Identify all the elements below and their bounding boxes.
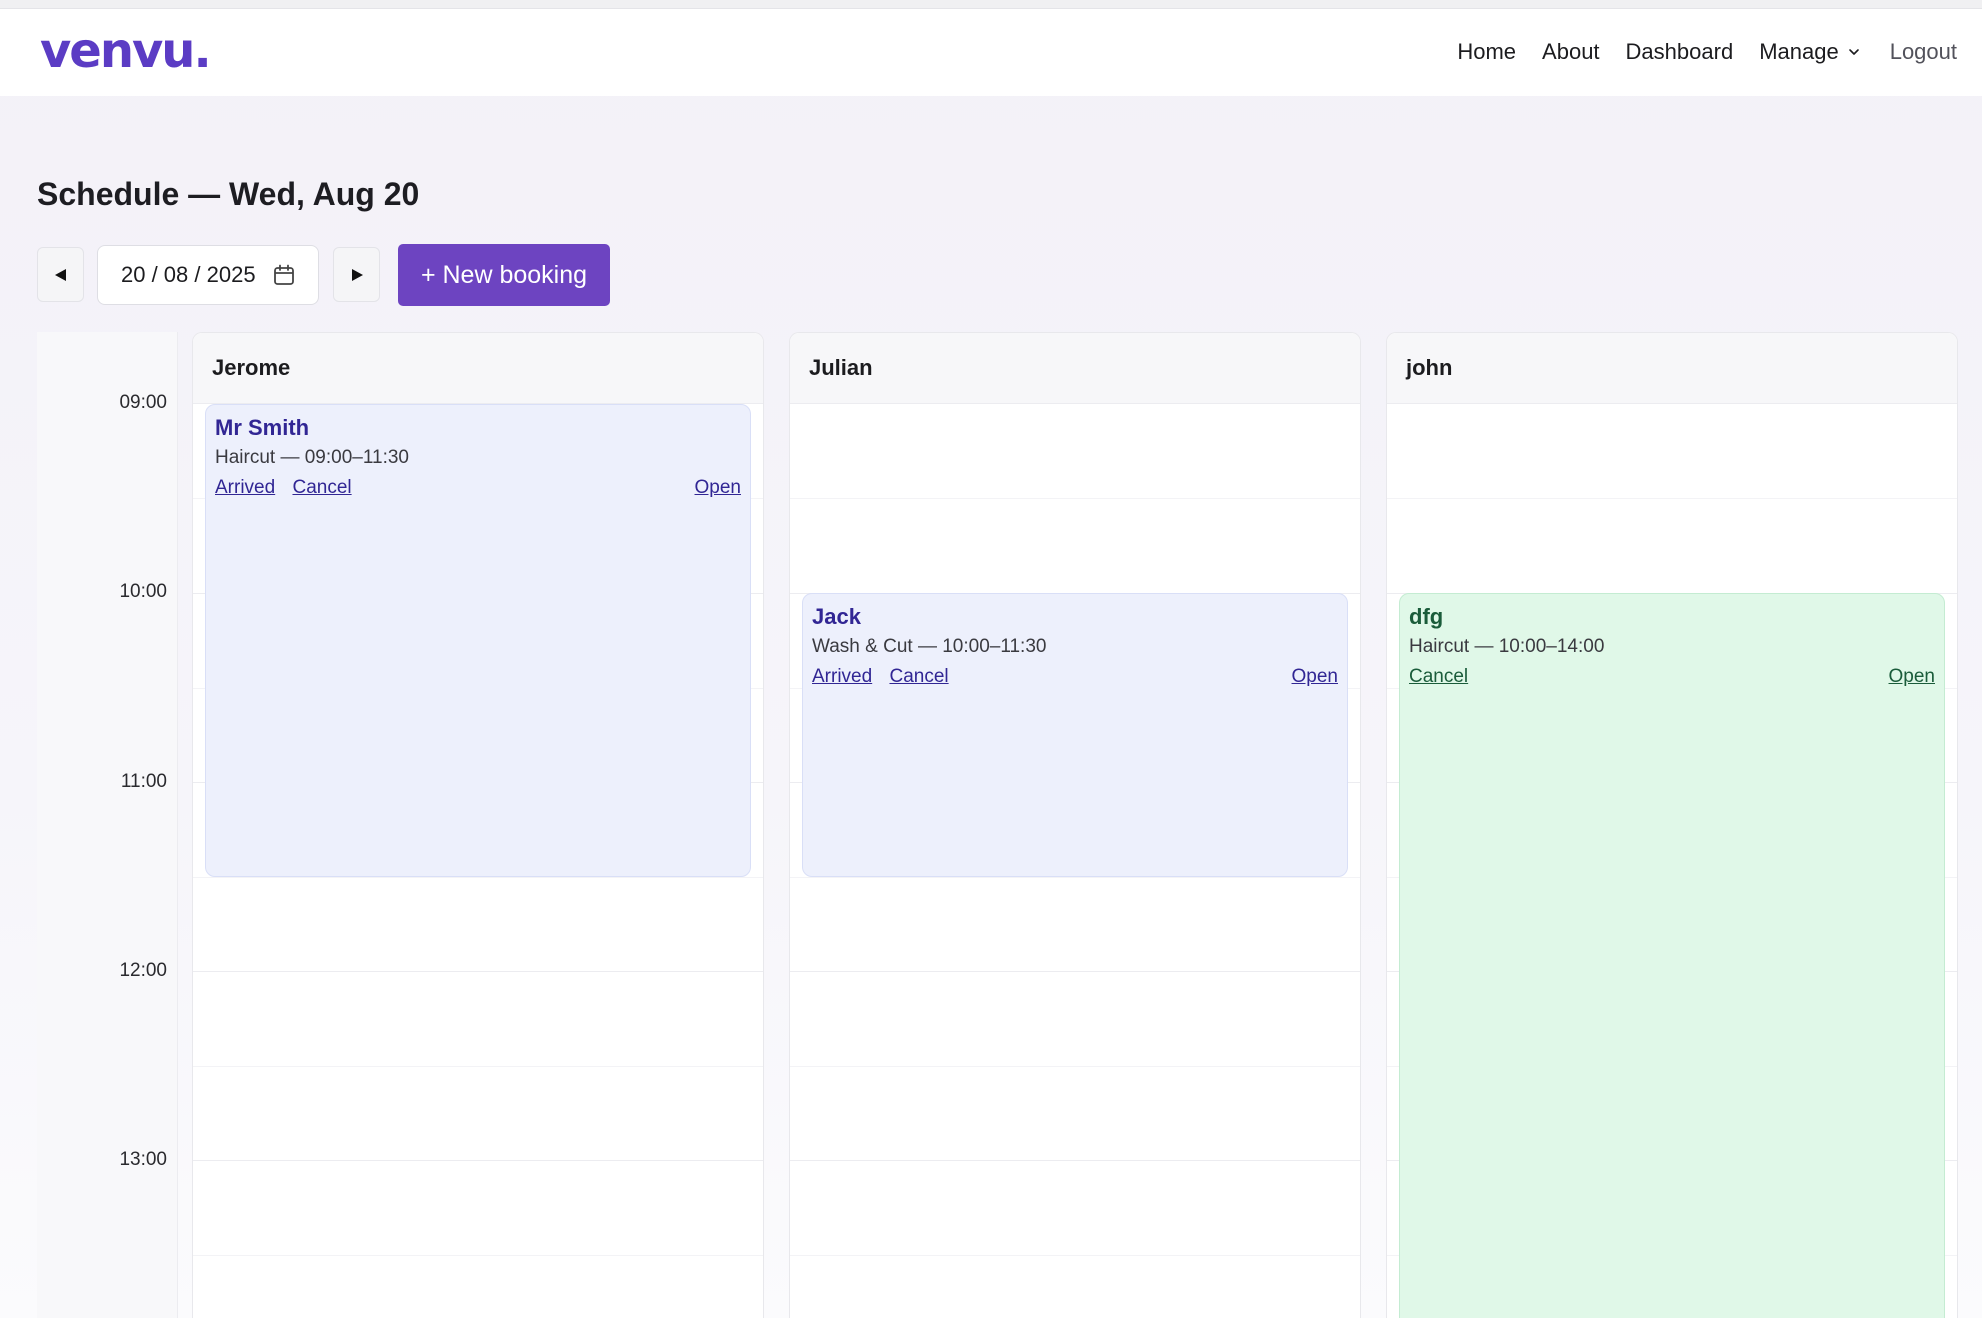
grid-line [790,498,1360,499]
grid-line [790,1255,1360,1256]
main-nav: Home About Dashboard Manage Logout [1431,39,1957,65]
grid-line [193,877,763,878]
booking-client-name: Jack [812,604,861,629]
date-input-value: 20 / 08 / 2025 [121,262,256,287]
nav-home-link[interactable]: Home [1457,39,1516,65]
staff-name-header: Julian [790,333,1360,404]
date-input[interactable]: 20 / 08 / 2025 [97,245,319,305]
time-label-1000: 10:00 [119,581,167,602]
booking-actions: Arrived Cancel Open [812,666,1338,690]
staff-name-header: Jerome [193,333,763,404]
arrived-link[interactable]: Arrived [812,666,872,687]
time-label-1100: 11:00 [120,771,167,792]
browser-top-edge [0,0,1982,9]
time-label-1200: 12:00 [119,960,167,981]
grid-line [790,1066,1360,1067]
booking-actions: Cancel Open [1409,666,1935,690]
booking-card-dfg[interactable]: dfg Haircut — 10:00–14:00 Cancel Open [1399,593,1945,1318]
open-link[interactable]: Open [1292,666,1338,688]
time-label-1300: 13:00 [119,1149,167,1170]
top-navbar: venvu. Home About Dashboard Manage Logou… [0,9,1982,96]
arrived-link[interactable]: Arrived [215,477,275,498]
open-link[interactable]: Open [695,477,741,499]
grid-line [193,1066,763,1067]
time-grid: Jack Wash & Cut — 10:00–11:30 Arrived Ca… [790,404,1360,1318]
time-label-0900: 09:00 [119,392,167,413]
booking-actions: Arrived Cancel Open [215,477,741,501]
booking-client-name: dfg [1409,604,1444,629]
nav-logout-link[interactable]: Logout [1890,39,1957,65]
next-day-button[interactable] [333,247,380,302]
staff-column-john: john dfg Haircut — 10:00–14:00 Cancel Op… [1386,332,1958,1318]
booking-service-time: Haircut — 10:00–14:00 [1409,636,1605,657]
triangle-left-icon [54,268,66,281]
triangle-right-icon [351,268,363,281]
page-title: Schedule — Wed, Aug 20 [37,176,420,212]
grid-line [790,877,1360,878]
calendar-icon[interactable] [273,264,295,291]
cancel-link[interactable]: Cancel [1409,666,1468,687]
chevron-down-icon [1848,46,1860,58]
staff-name-header: john [1387,333,1957,404]
open-link[interactable]: Open [1889,666,1935,688]
nav-dashboard-link[interactable]: Dashboard [1626,39,1734,65]
booking-card-jack[interactable]: Jack Wash & Cut — 10:00–11:30 Arrived Ca… [802,593,1348,877]
grid-line [790,1160,1360,1161]
previous-day-button[interactable] [37,247,84,302]
grid-line [790,971,1360,972]
grid-line [193,1160,763,1161]
booking-service-time: Wash & Cut — 10:00–11:30 [812,636,1047,657]
nav-manage-dropdown[interactable]: Manage [1759,39,1860,65]
staff-column-julian: Julian Jack Wash & Cut — 10:00–11:30 Arr… [789,332,1361,1318]
nav-about-link[interactable]: About [1542,39,1600,65]
grid-line [193,1255,763,1256]
new-booking-button[interactable]: + New booking [398,244,610,306]
venvu-logo[interactable]: venvu. [40,23,212,79]
cancel-link[interactable]: Cancel [292,477,351,498]
grid-line [193,971,763,972]
cancel-link[interactable]: Cancel [889,666,948,687]
nav-manage-label: Manage [1759,39,1839,64]
time-grid: dfg Haircut — 10:00–14:00 Cancel Open [1387,404,1957,1318]
booking-card-mr-smith[interactable]: Mr Smith Haircut — 09:00–11:30 Arrived C… [205,404,751,877]
staff-column-jerome: Jerome Mr Smith Haircut — 09:00–11:30 Ar… [192,332,764,1318]
booking-service-time: Haircut — 09:00–11:30 [215,447,409,468]
booking-client-name: Mr Smith [215,415,310,440]
time-column: 09:00 10:00 11:00 12:00 13:00 [37,332,178,1318]
grid-line [1387,498,1957,499]
time-grid: Mr Smith Haircut — 09:00–11:30 Arrived C… [193,404,763,1318]
